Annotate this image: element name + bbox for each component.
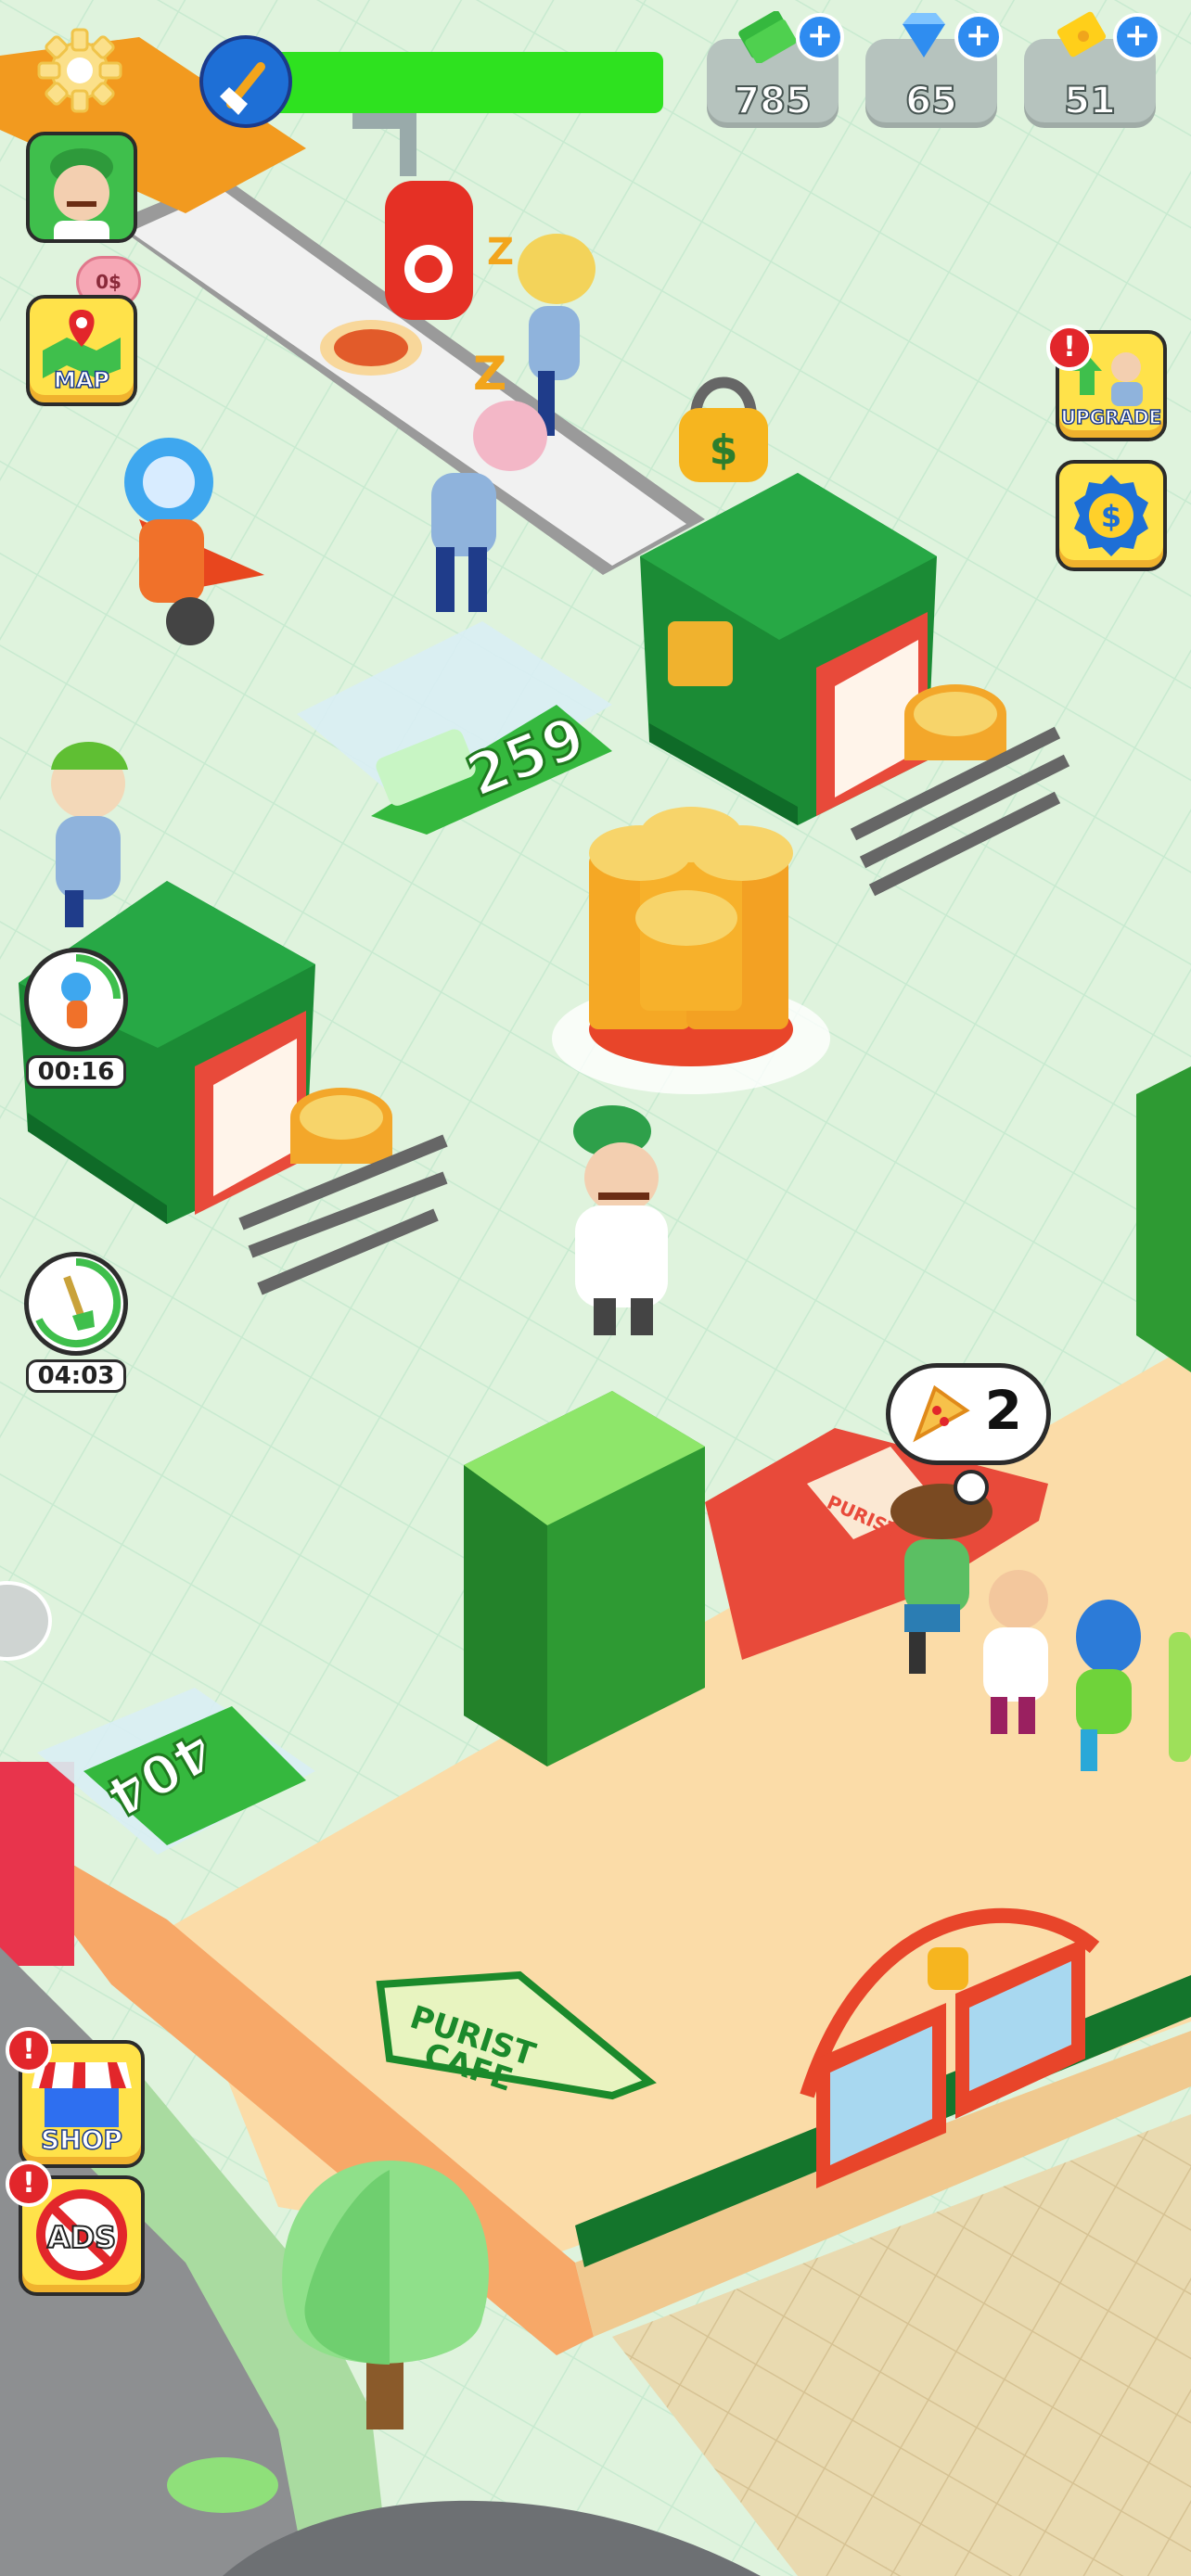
robot-timer[interactable]: 00:16 [20,948,132,1089]
cash-icon [738,11,796,63]
broom-icon [35,1257,122,1347]
ads-alert-icon: ! [6,2161,52,2207]
ticket-icon [1057,11,1107,57]
gem-plus-button[interactable]: + [954,13,1003,61]
cleanliness-bar-fill [237,52,663,113]
cash-value: 785 [733,79,813,123]
cleanliness-bar [181,35,663,128]
order-bubble-tail [954,1470,989,1505]
gem-value: 65 [904,79,958,123]
pizza-slice-icon [913,1384,970,1443]
order-count: 2 [984,1379,1022,1442]
pizza-shelf-right [1136,1066,1191,1372]
ads-label: ADS [46,2219,117,2256]
order-bubble: 2 [886,1363,1051,1465]
customer-partial [1169,1632,1191,1762]
broom-timer[interactable]: 04:03 [20,1252,132,1393]
broom-timer-text: 04:03 [25,1359,127,1393]
svg-text:$: $ [1101,499,1121,534]
shop-alert-icon: ! [6,2027,52,2073]
upgrade-label: UPGRADE [1060,405,1162,429]
ticket-plus-button[interactable]: + [1113,13,1161,61]
shop-label: SHOP [40,2123,122,2156]
upgrade-alert-icon: ! [1046,325,1093,371]
svg-text:$: $ [710,427,738,474]
gem-icon [903,13,945,57]
coin-badge-icon: $ [1074,475,1148,556]
ticket-counter[interactable]: + 51 [1024,11,1161,128]
map-button[interactable]: MAP [26,295,137,406]
svg-text:Z: Z [487,231,514,274]
svg-text:Z: Z [473,347,506,401]
broom-icon [199,35,292,128]
game-world[interactable]: PURIST CAFE Z Z $ 259 PURIST 404 [0,0,1191,2576]
manager-avatar-button[interactable] [26,132,137,243]
cash-plus-button[interactable]: + [796,13,844,61]
cash-counter[interactable]: + 785 [707,11,844,128]
gear-icon [37,28,122,113]
pizza-stack-center [552,807,830,1094]
piggy-bank-value: 0$ [96,271,122,293]
gem-counter[interactable]: + 65 [865,13,1003,128]
robot-timer-text: 00:16 [25,1055,127,1089]
map-label: MAP [53,366,110,394]
gate-lock-icon [928,1947,968,1990]
ticket-value: 51 [1063,79,1117,123]
chef-avatar-icon [50,148,113,239]
robot-icon [61,954,121,1028]
vip-coin-button[interactable]: $ [1056,460,1167,571]
settings-button[interactable] [35,26,124,115]
